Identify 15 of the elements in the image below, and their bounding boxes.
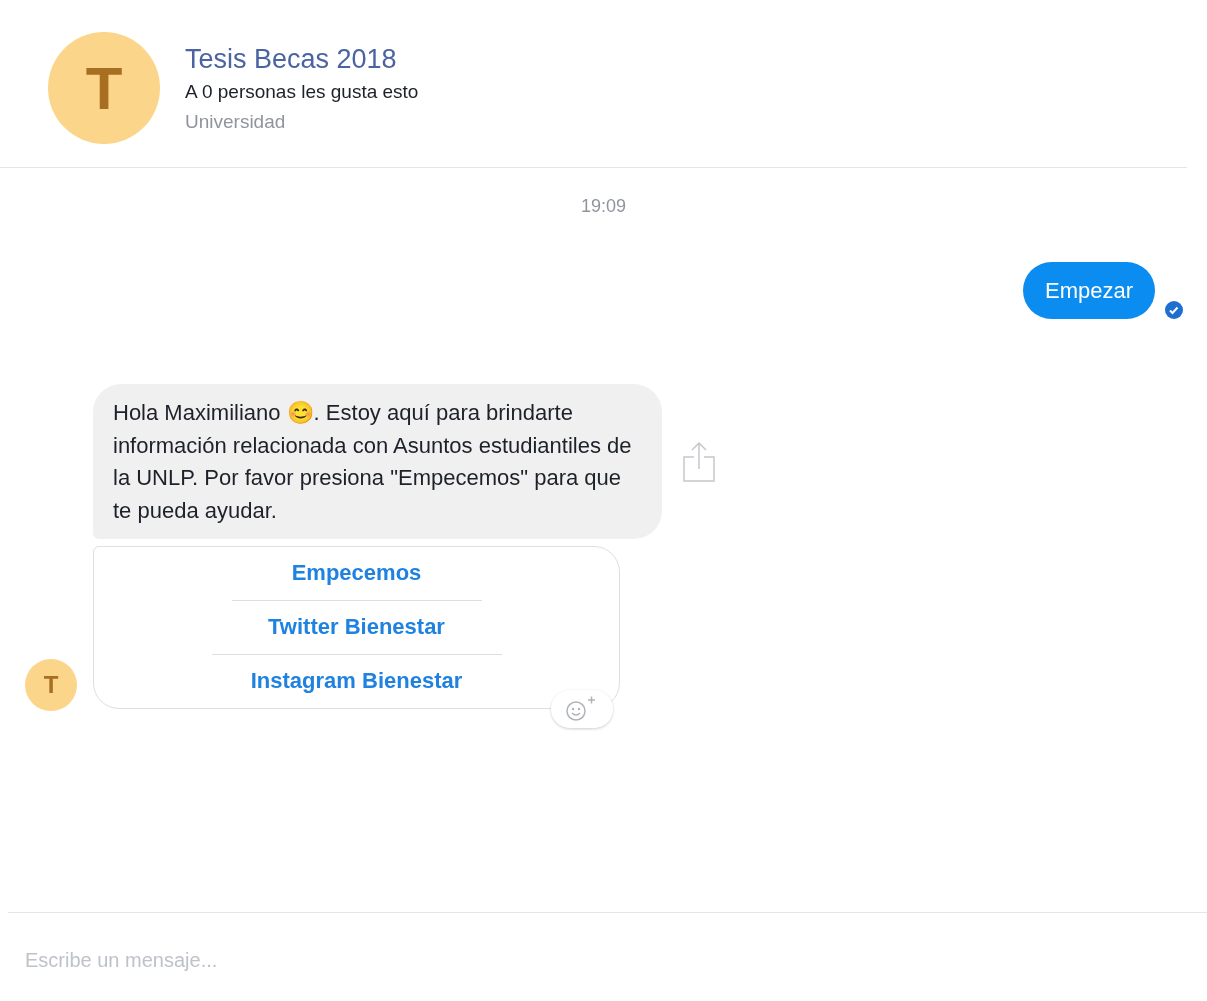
page-name[interactable]: Tesis Becas 2018	[185, 43, 419, 75]
page-avatar: T	[48, 32, 160, 144]
message-timestamp: 19:09	[580, 196, 626, 217]
quick-reply-button[interactable]: Twitter Bienestar	[248, 601, 465, 654]
check-icon	[1165, 301, 1183, 319]
add-reaction-icon[interactable]	[551, 690, 613, 728]
quick-reply-button[interactable]: Instagram Bienestar	[230, 655, 483, 708]
received-message: Hola Maximiliano 😊. Estoy aquí para brindarte información relacionada con Asuntos estudiantiles de la UNLP. Por favor presiona "Empecemos" para que te pueda ayudar.	[93, 384, 662, 539]
sender-avatar: T	[25, 659, 77, 711]
quick-reply-button[interactable]: Empecemos	[271, 547, 442, 600]
share-icon[interactable]	[682, 440, 716, 483]
likes-count: A 0 personas les gusta esto	[185, 80, 419, 103]
message-input[interactable]: Escribe un mensaje...	[25, 949, 625, 972]
sent-message: Empezar	[1022, 262, 1155, 319]
page-category: Universidad	[185, 110, 287, 133]
